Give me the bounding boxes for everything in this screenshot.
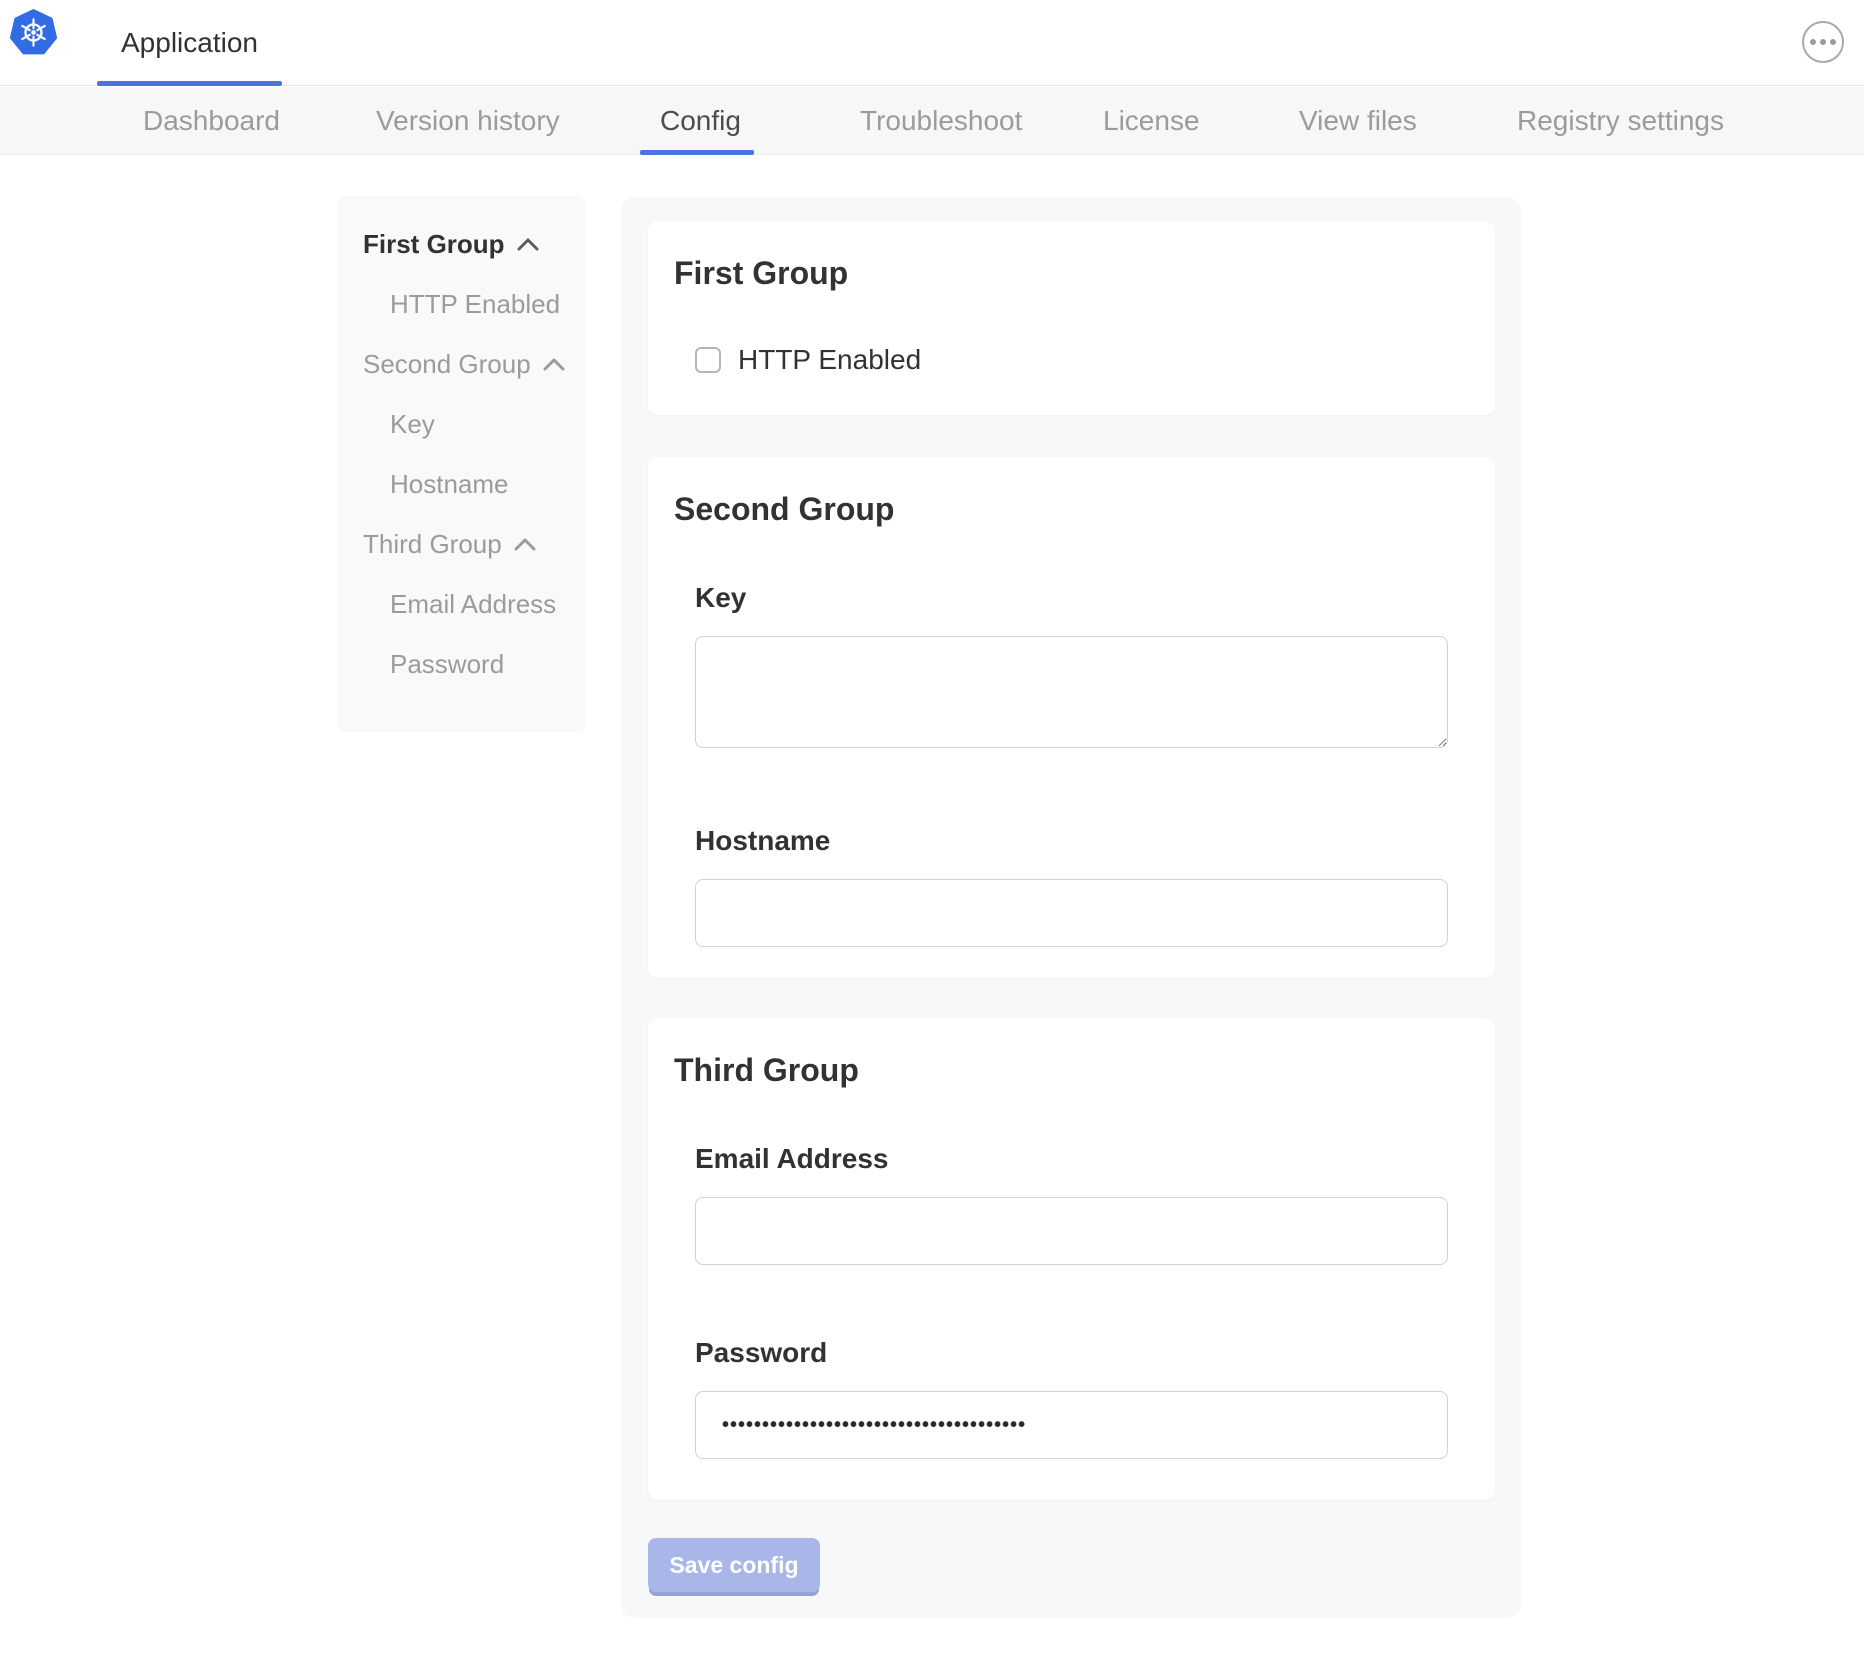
overflow-menu-button[interactable] [1802,21,1844,63]
sidebar-item-password[interactable]: Password [337,634,585,694]
field-label: Key [695,582,1448,614]
tab-view-files[interactable]: View files [1299,87,1417,155]
sidebar-item-label: HTTP Enabled [390,289,560,320]
field-label: Email Address [695,1143,1448,1175]
ellipsis-icon [1810,39,1816,45]
hostname-input[interactable] [695,879,1448,947]
sidebar-item-hostname[interactable]: Hostname [337,454,585,514]
hostname-field: Hostname [695,825,1448,947]
chevron-up-icon [514,538,536,551]
sidebar-item-label: Password [390,649,504,680]
tab-version-history[interactable]: Version history [376,87,560,155]
sidebar-item-label: Key [390,409,435,440]
checkbox-label[interactable]: HTTP Enabled [738,344,921,376]
group-title: Third Group [674,1052,1448,1089]
app-title-tab[interactable]: Application [97,0,282,85]
sidebar-item-label: Hostname [390,469,509,500]
password-input[interactable] [695,1391,1448,1459]
chevron-up-icon [517,238,539,251]
tab-license[interactable]: License [1103,87,1200,155]
config-group-first: First Group HTTP Enabled [648,221,1495,415]
sidebar-item-label: Third Group [363,529,502,560]
field-label: Password [695,1337,1448,1369]
key-textarea[interactable] [695,636,1448,748]
field-label: Hostname [695,825,1448,857]
group-title: First Group [674,255,1448,292]
config-group-third: Third Group Email Address Password [648,1018,1495,1500]
active-app-underline [97,81,282,86]
email-address-field: Email Address [695,1143,1448,1265]
config-sidebar: First Group HTTP Enabled Second Group Ke… [337,196,585,732]
config-group-second: Second Group Key Hostname [648,457,1495,978]
group-title: Second Group [674,491,1448,528]
ellipsis-icon [1820,39,1826,45]
tab-troubleshoot[interactable]: Troubleshoot [860,87,1022,155]
top-header: Application [0,0,1864,86]
sidebar-item-email-address[interactable]: Email Address [337,574,585,634]
tab-registry-settings[interactable]: Registry settings [1517,87,1724,155]
tab-config[interactable]: Config [660,87,741,155]
email-address-input[interactable] [695,1197,1448,1265]
http-enabled-checkbox[interactable] [695,347,721,373]
ellipsis-icon [1830,39,1836,45]
kubernetes-logo-icon [10,9,57,56]
sidebar-item-http-enabled[interactable]: HTTP Enabled [337,274,585,334]
config-panel: First Group HTTP Enabled Second Group Ke… [621,197,1521,1618]
sidebar-item-key[interactable]: Key [337,394,585,454]
save-config-button[interactable]: Save config [648,1538,820,1592]
app-nav-bar: Dashboard Version history Config Trouble… [0,87,1864,155]
http-enabled-field: HTTP Enabled [695,344,1448,376]
tab-dashboard[interactable]: Dashboard [143,87,280,155]
active-tab-underline [640,150,754,155]
chevron-up-icon [543,358,565,371]
key-field: Key [695,582,1448,753]
password-field: Password [695,1337,1448,1459]
sidebar-item-second-group[interactable]: Second Group [337,334,585,394]
sidebar-item-label: Email Address [390,589,556,620]
sidebar-item-label: First Group [363,229,505,260]
sidebar-item-first-group[interactable]: First Group [337,214,585,274]
sidebar-item-third-group[interactable]: Third Group [337,514,585,574]
sidebar-item-label: Second Group [363,349,531,380]
